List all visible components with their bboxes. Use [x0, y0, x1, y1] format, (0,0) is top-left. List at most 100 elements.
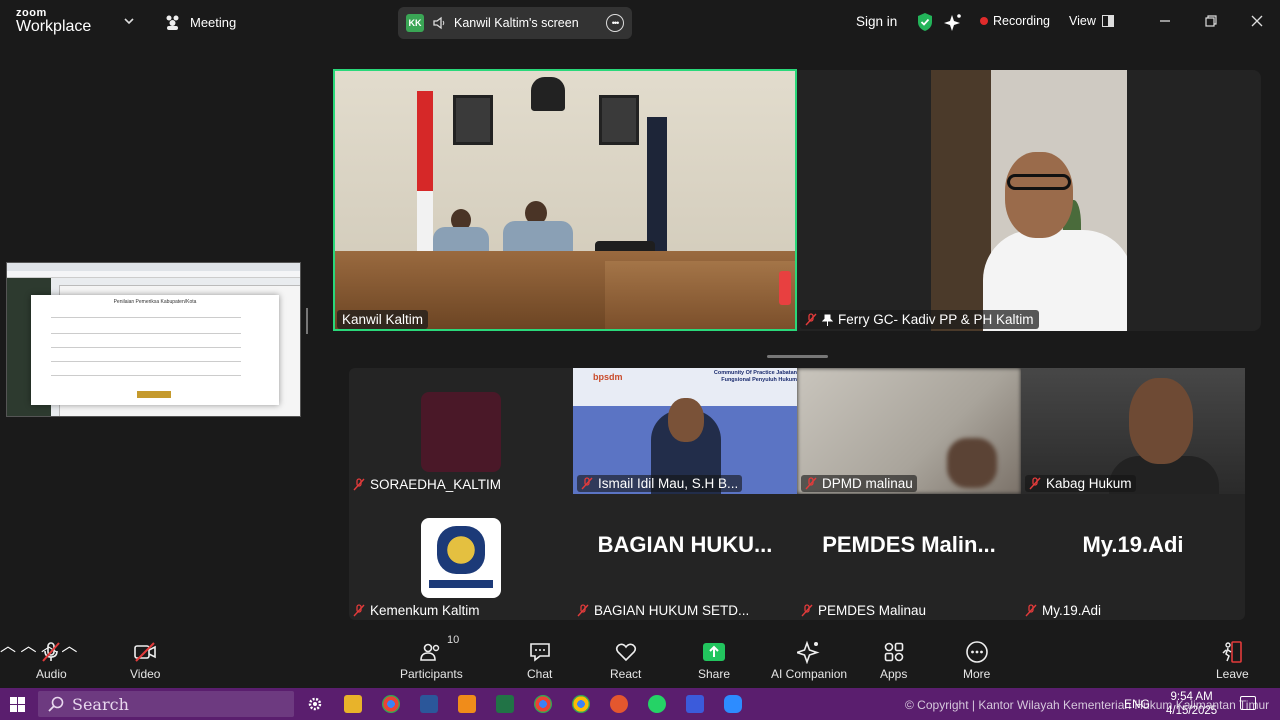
camera-off-icon	[134, 642, 157, 662]
shared-modal-button	[137, 391, 171, 398]
bottle	[779, 271, 791, 305]
mic-muted-icon	[42, 642, 61, 662]
participant-display-name: BAGIAN HUKU...	[597, 532, 773, 557]
heart-icon	[615, 643, 636, 662]
mic-muted-icon	[353, 478, 365, 491]
apps-button[interactable]: Apps	[880, 640, 907, 681]
participant-label: PEMDES Malinau	[801, 603, 926, 618]
chat-icon	[529, 643, 550, 662]
mic-muted-icon	[1029, 477, 1041, 490]
file-explorer-icon[interactable]	[344, 695, 362, 713]
video-tile-bagian-hukum[interactable]: BAGIAN HUKU... BAGIAN HUKUM SETD...	[573, 494, 797, 620]
participant-label: BAGIAN HUKUM SETD...	[577, 603, 749, 618]
top-bar: zoom Workplace Meeting KK Kanwil Kaltim'…	[0, 0, 1280, 46]
participant-label: Ismail Idil Mau, S.H B...	[577, 475, 743, 492]
windows-taskbar: Search © Copyright | Kantor Wilayah Keme…	[0, 688, 1280, 720]
chrome-alt-icon[interactable]	[572, 695, 590, 713]
video-button[interactable]: Video	[130, 640, 160, 681]
video-tile-soraedha[interactable]: SORAEDHA_KALTIM	[349, 368, 573, 494]
shared-screen-thumbnail[interactable]: Penilaian Pemeriksa Kabupaten/Kota	[6, 262, 301, 417]
video-tile-ferry[interactable]	[931, 70, 1127, 331]
notification-icon[interactable]	[1240, 696, 1256, 710]
garuda-emblem	[531, 77, 565, 111]
shared-modal: Penilaian Pemeriksa Kabupaten/Kota	[31, 295, 279, 405]
audio-button[interactable]: Audio	[36, 640, 67, 681]
avatar	[421, 518, 501, 598]
meeting-people-icon	[166, 15, 179, 30]
mic-muted-icon	[1025, 604, 1037, 617]
ai-companion-button[interactable]: AI Companion	[771, 640, 847, 681]
screen-share-indicator[interactable]: KK Kanwil Kaltim's screen •••	[398, 7, 632, 39]
windows-start-icon[interactable]	[10, 697, 25, 712]
zoom-taskbar-icon[interactable]	[724, 695, 742, 713]
panel-resize-handle[interactable]	[306, 308, 308, 334]
chrome-profile-icon[interactable]	[534, 695, 552, 713]
video-tile-my19adi[interactable]: My.19.Adi My.19.Adi	[1021, 494, 1245, 620]
shared-modal-title: Penilaian Pemeriksa Kabupaten/Kota	[113, 299, 197, 305]
zoom-logo[interactable]: zoom Workplace	[16, 8, 91, 35]
leave-button[interactable]: Leave	[1216, 640, 1249, 681]
ai-sparkle-icon[interactable]	[944, 12, 962, 32]
participant-label: My.19.Adi	[1025, 603, 1101, 618]
browser-address-bar	[7, 271, 300, 278]
minimize-icon[interactable]	[1157, 13, 1173, 29]
word-icon[interactable]	[420, 695, 438, 713]
search-icon	[48, 696, 64, 712]
mic-muted-icon	[581, 477, 593, 490]
vpn-shield-icon[interactable]	[686, 695, 704, 713]
participant-label: Kabag Hukum	[1025, 475, 1136, 492]
more-options-icon[interactable]: •••	[606, 14, 624, 32]
pin-icon	[822, 314, 833, 326]
view-menu[interactable]: View	[1069, 14, 1114, 28]
excel-icon[interactable]	[496, 695, 514, 713]
browser-tabs	[7, 263, 300, 271]
leave-icon	[1222, 641, 1243, 663]
app-icon[interactable]	[458, 695, 476, 713]
video-tile-kabag-hukum[interactable]: Kabag Hukum	[1021, 368, 1245, 494]
video-tile-kanwil-kaltim[interactable]: Kanwil Kaltim	[333, 69, 797, 331]
meeting-menu[interactable]: Meeting	[164, 14, 236, 30]
portrait-frame	[453, 95, 493, 145]
bpsdm-logo: bpsdm	[593, 372, 623, 382]
share-button[interactable]: Share	[698, 640, 730, 681]
share-avatar: KK	[406, 14, 424, 32]
close-icon[interactable]	[1249, 13, 1265, 29]
restore-icon[interactable]	[1203, 13, 1219, 29]
chevron-down-icon[interactable]	[124, 16, 134, 26]
video-tile-ismail[interactable]: bpsdm Community Of Practice Jabatan Fung…	[573, 368, 797, 494]
more-button[interactable]: More	[963, 640, 990, 681]
chat-button[interactable]: Chat	[527, 640, 552, 681]
encryption-shield-icon[interactable]	[916, 12, 934, 32]
recording-indicator[interactable]: Recording	[980, 14, 1050, 28]
taskbar-search-input[interactable]: Search	[38, 691, 294, 717]
ai-sparkle-icon	[797, 640, 820, 664]
avatar	[421, 392, 501, 472]
audio-options-caret-icon[interactable]: ︿	[0, 638, 16, 655]
browser-icon[interactable]	[610, 695, 628, 713]
gallery-resize-handle[interactable]	[767, 355, 828, 358]
react-button[interactable]: React	[610, 640, 641, 681]
video-tile-kemenkum[interactable]: Kemenkum Kaltim	[349, 494, 573, 620]
participants-button[interactable]: Participants	[400, 640, 463, 681]
video-tile-pemdes[interactable]: PEMDES Malin... PEMDES Malinau	[797, 494, 1021, 620]
participant-label: Kemenkum Kaltim	[353, 603, 480, 618]
sign-in-button[interactable]: Sign in	[856, 14, 897, 29]
view-layout-icon	[1101, 15, 1114, 27]
system-clock[interactable]: 9:54 AM 4/15/2025	[1166, 690, 1217, 718]
chrome-icon[interactable]	[382, 695, 400, 713]
settings-gear-icon[interactable]	[306, 695, 324, 713]
participant-label: Kanwil Kaltim	[337, 310, 429, 329]
participants-count: 10	[447, 634, 460, 646]
language-indicator[interactable]: ENG	[1124, 697, 1150, 711]
whatsapp-icon[interactable]	[648, 695, 666, 713]
mic-muted-icon	[805, 313, 817, 326]
bookshelf	[931, 70, 991, 331]
screen-share-label: Kanwil Kaltim's screen	[454, 16, 579, 30]
more-icon	[965, 641, 988, 663]
video-options-caret-icon[interactable]: ︿	[20, 638, 36, 655]
flag	[417, 91, 433, 191]
video-tile-dpmd[interactable]: DPMD malinau	[797, 368, 1021, 494]
banner-caption: Community Of Practice Jabatan Fungsional…	[713, 370, 797, 383]
kemenkum-logo	[437, 526, 485, 574]
portrait-frame	[599, 95, 639, 145]
